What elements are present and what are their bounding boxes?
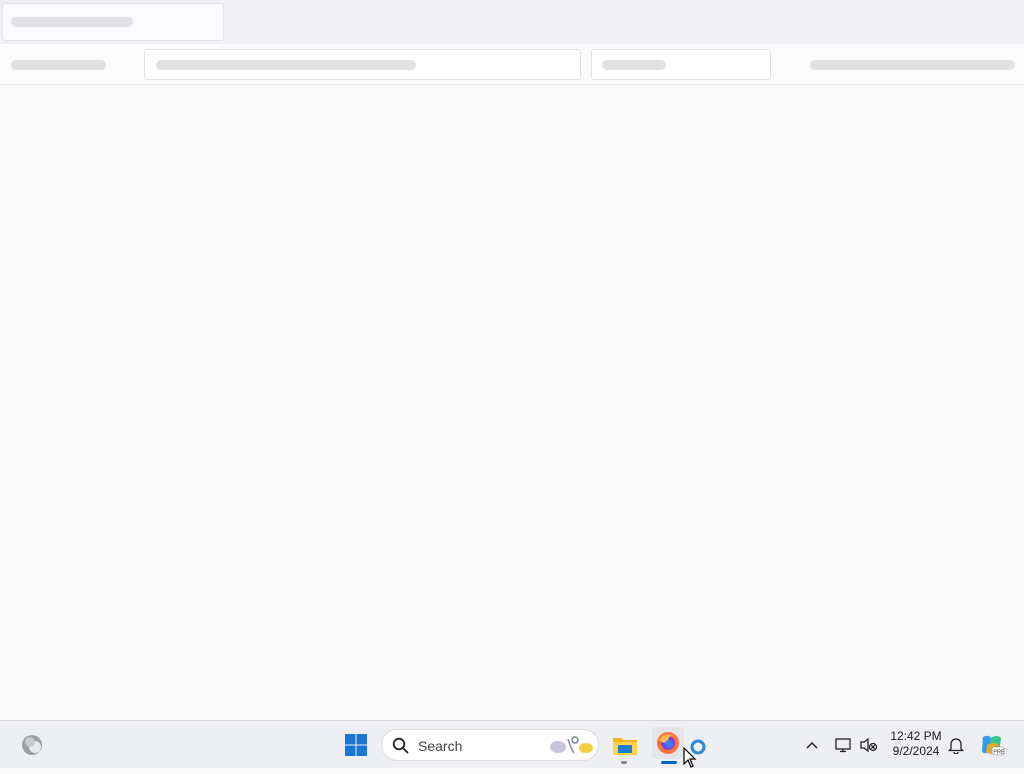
firefox-icon[interactable] bbox=[652, 727, 684, 759]
toolbar-placeholder-left bbox=[11, 60, 106, 70]
show-hidden-icons-chevron-icon[interactable] bbox=[796, 729, 828, 761]
search-icon bbox=[392, 737, 409, 759]
firefox-active-indicator bbox=[661, 761, 677, 764]
address-placeholder bbox=[156, 60, 416, 70]
search-highlight-icon bbox=[548, 735, 594, 762]
page-content bbox=[0, 85, 1024, 720]
tab-title-placeholder bbox=[11, 17, 133, 27]
taskbar: Search 12:42 PM 9/2/2024 PRE bbox=[0, 720, 1024, 768]
secondary-field[interactable] bbox=[591, 49, 771, 80]
clock-time: 12:42 PM bbox=[890, 729, 942, 743]
volume-muted-icon[interactable] bbox=[853, 729, 885, 761]
toolbar-placeholder-right bbox=[810, 60, 1015, 70]
svg-text:PRE: PRE bbox=[993, 750, 1005, 756]
secondary-field-placeholder bbox=[602, 60, 666, 70]
tab-strip bbox=[0, 0, 1024, 44]
taskbar-search[interactable]: Search bbox=[381, 729, 599, 761]
tab-loading[interactable] bbox=[2, 3, 224, 41]
mouse-cursor-icon bbox=[683, 746, 697, 774]
search-placeholder: Search bbox=[418, 738, 463, 754]
start-icon[interactable] bbox=[340, 729, 372, 761]
widgets-icon[interactable] bbox=[16, 729, 48, 761]
taskbar-clock[interactable]: 12:42 PM 9/2/2024 bbox=[884, 729, 948, 759]
copilot-icon[interactable]: PRE bbox=[976, 729, 1008, 761]
file-explorer-icon[interactable] bbox=[609, 729, 641, 761]
notifications-icon[interactable] bbox=[940, 729, 972, 761]
browser-window bbox=[0, 0, 1024, 720]
clock-date: 9/2/2024 bbox=[892, 744, 940, 758]
address-bar[interactable] bbox=[144, 49, 581, 80]
toolbar bbox=[0, 44, 1024, 85]
file-explorer-running-indicator bbox=[621, 761, 627, 764]
